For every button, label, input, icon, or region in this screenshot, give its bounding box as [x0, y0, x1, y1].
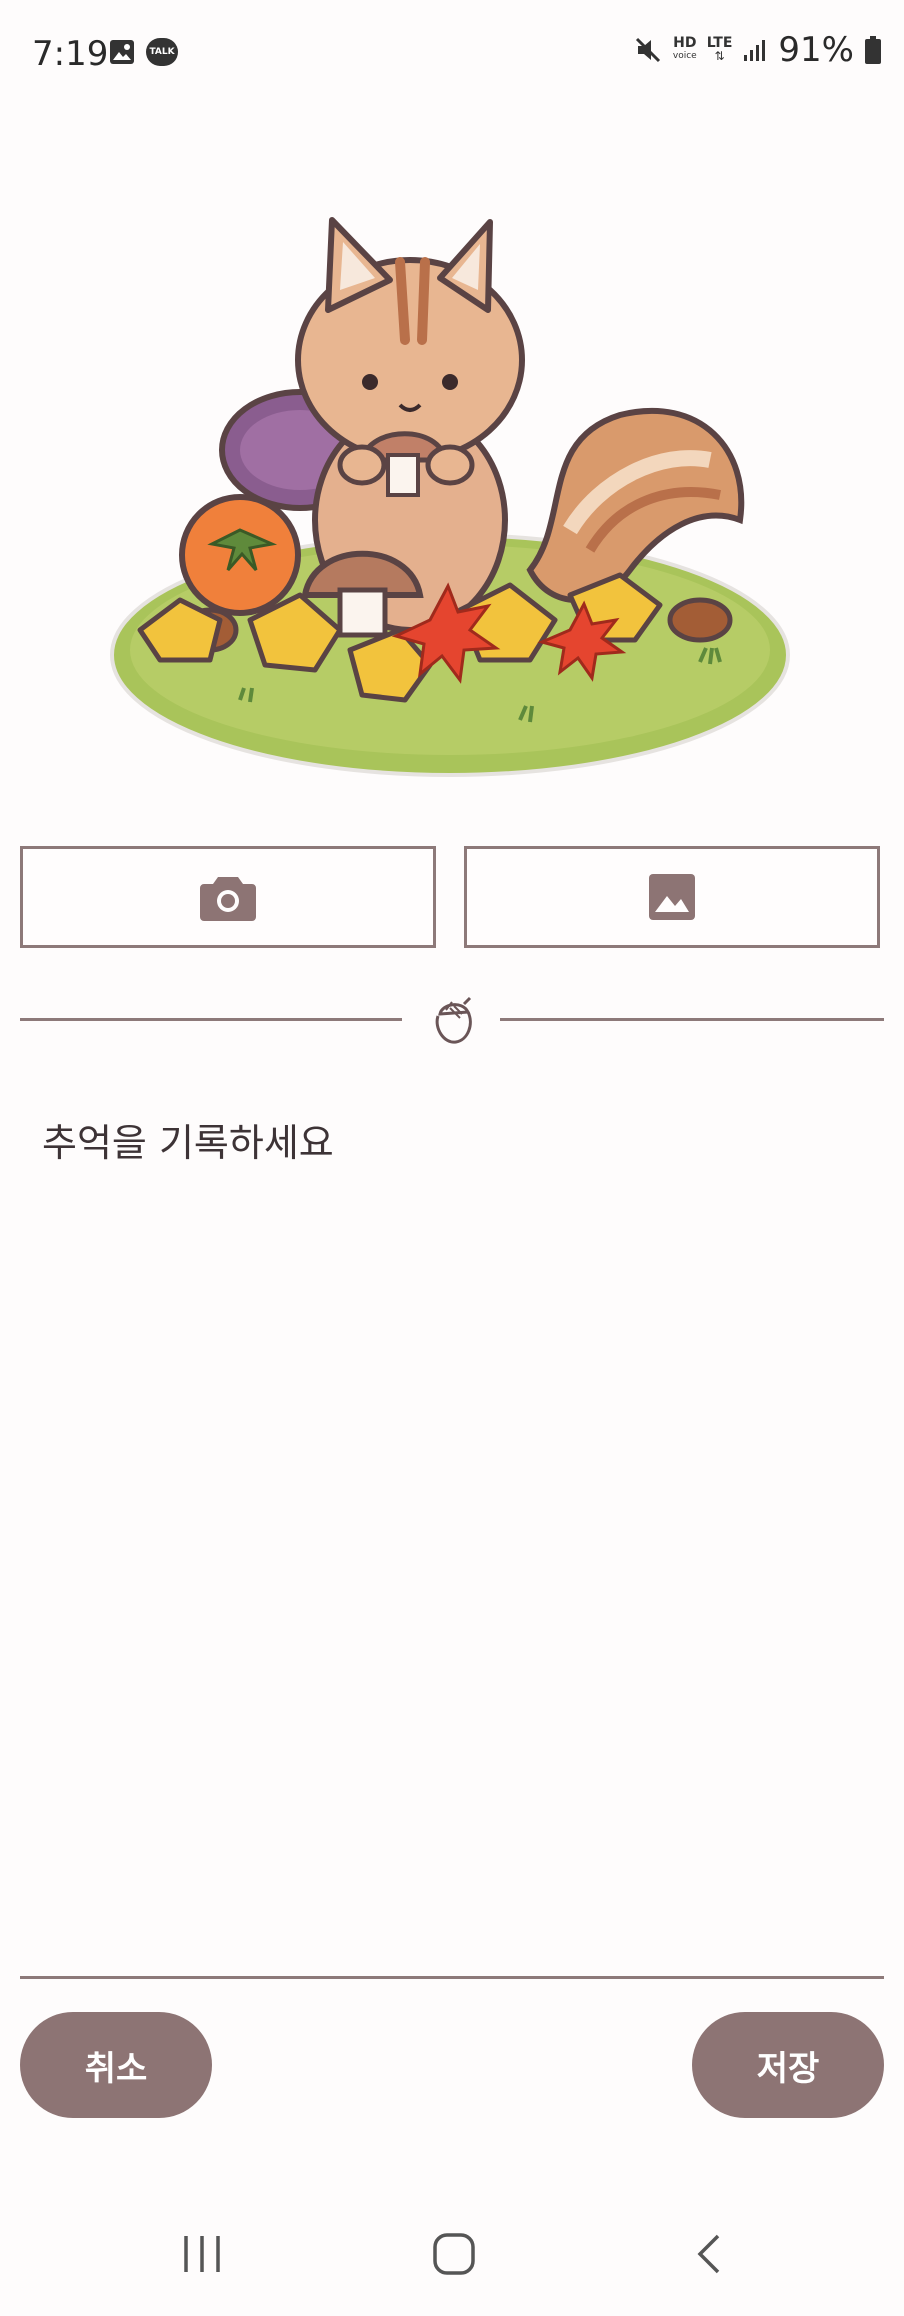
status-bar: 7:19 TALK HD voice LTE ⇅ 91% [0, 0, 904, 110]
gallery-button[interactable] [464, 846, 880, 948]
kakaotalk-icon: TALK [146, 38, 178, 66]
acorn-icon [435, 996, 472, 1044]
bottom-divider [20, 1976, 884, 1979]
signal-icon [744, 40, 766, 61]
save-button[interactable]: 저장 [692, 2012, 884, 2118]
gallery-icon [649, 874, 695, 920]
camera-icon [200, 877, 256, 921]
cancel-button[interactable]: 취소 [20, 2012, 212, 2118]
recent-apps-icon[interactable] [180, 2232, 224, 2276]
back-icon[interactable] [690, 2232, 730, 2276]
memo-textarea[interactable]: 추억을 기록하세요 [20, 1070, 884, 1960]
hd-voice-badge: HD voice [672, 35, 697, 61]
status-time: 7:19 [32, 34, 109, 74]
mute-icon [635, 37, 660, 63]
memo-placeholder: 추억을 기록하세요 [42, 1121, 334, 1165]
home-icon[interactable] [432, 2232, 476, 2276]
battery-icon [865, 36, 881, 64]
section-divider [20, 994, 884, 1046]
system-nav-bar [0, 2190, 904, 2316]
lte-badge: LTE ⇅ [706, 35, 733, 63]
squirrel-illustration [110, 217, 790, 777]
image-notification-icon [110, 40, 134, 64]
battery-percent: 91% [778, 30, 854, 70]
camera-button[interactable] [20, 846, 436, 948]
